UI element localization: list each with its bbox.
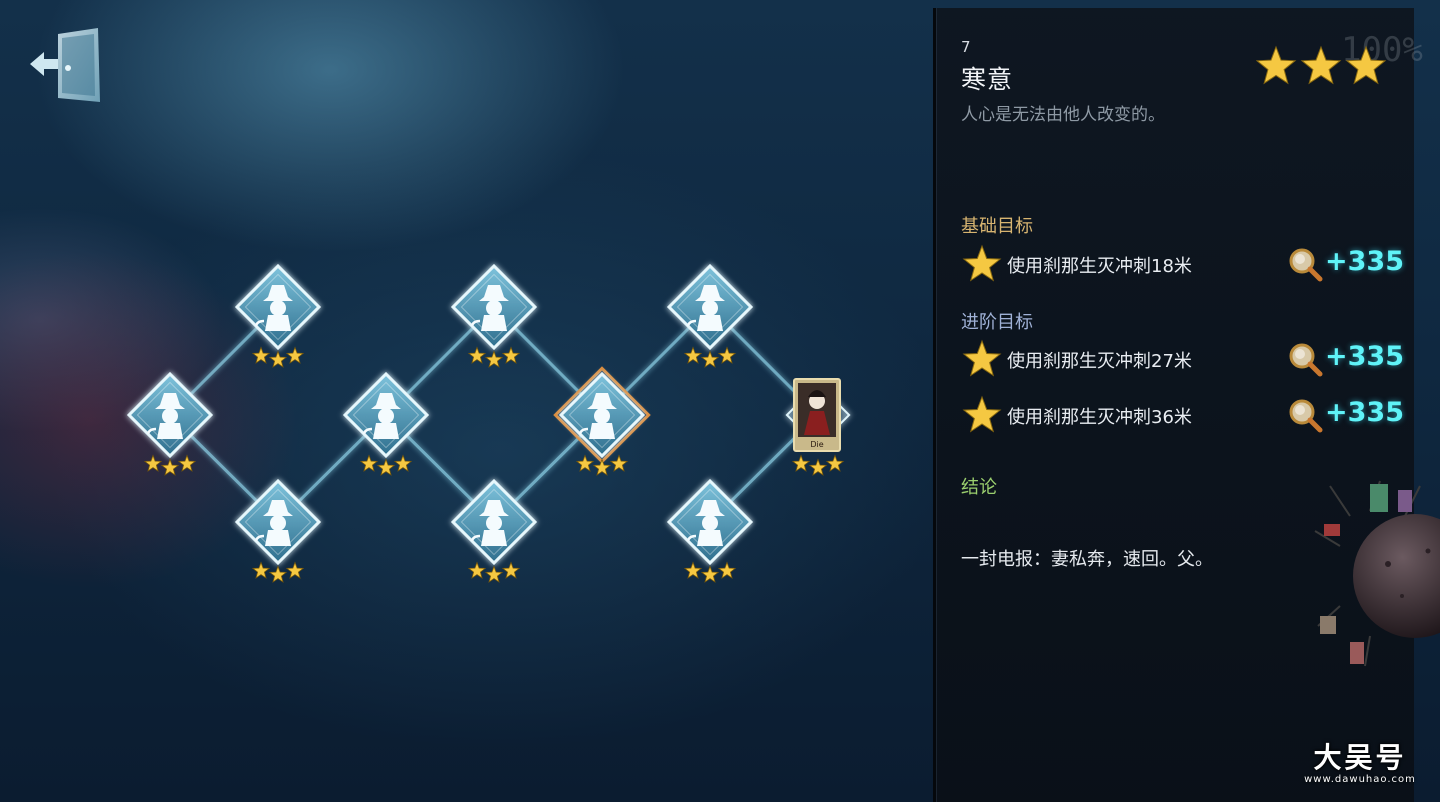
node-stars	[467, 346, 521, 368]
level-rating-stars	[1256, 45, 1386, 85]
character-card-label: Die	[810, 440, 823, 449]
magnifier-icon	[1289, 248, 1323, 282]
star-icon	[501, 561, 521, 579]
level-title: 寒意	[961, 65, 1014, 94]
node-stars	[683, 346, 737, 368]
star-icon	[376, 458, 396, 476]
star-icon	[962, 395, 1002, 433]
watermark-sub: www.dawuhao.com	[1304, 774, 1416, 785]
star-icon	[592, 458, 612, 476]
star-icon	[251, 561, 271, 579]
watermark-main: 大吴号	[1313, 741, 1407, 774]
star-icon	[501, 346, 521, 364]
objective-basic-1: 使用刹那生灭冲刺18米 +335	[961, 244, 1404, 284]
star-icon	[484, 565, 504, 583]
planet-decoration-icon	[1314, 480, 1440, 667]
level-node-9[interactable]	[666, 478, 754, 583]
node-stars	[359, 454, 413, 476]
star-icon	[467, 346, 487, 364]
level-map: Die	[126, 263, 851, 583]
node-stars	[575, 454, 629, 476]
star-icon	[962, 244, 1002, 282]
node-stars	[683, 561, 737, 583]
node-stars	[143, 454, 197, 476]
star-icon	[160, 458, 180, 476]
rating-star	[1345, 45, 1386, 85]
objective-text: 使用刹那生灭冲刺27米	[1007, 351, 1192, 372]
objective-text: 使用刹那生灭冲刺36米	[1007, 407, 1192, 428]
star-icon	[484, 350, 504, 368]
node-stars	[467, 561, 521, 583]
advanced-objectives-label: 进阶目标	[961, 312, 1033, 333]
star-icon	[609, 454, 629, 472]
objective-advanced-2: 使用刹那生灭冲刺36米 +335	[961, 395, 1404, 435]
star-icon	[717, 346, 737, 364]
star-icon	[393, 454, 413, 472]
level-number: 7	[961, 38, 971, 56]
level-node-3[interactable]	[234, 478, 322, 583]
star-icon	[791, 454, 811, 472]
star-icon	[683, 346, 703, 364]
objective-reward: +335	[1325, 341, 1404, 372]
level-node-1[interactable]	[126, 371, 214, 476]
level-node-10[interactable]: Die	[785, 378, 851, 476]
rating-star	[1300, 45, 1342, 85]
star-icon	[700, 350, 720, 368]
level-node-6[interactable]	[450, 478, 538, 583]
objective-reward: +335	[1325, 246, 1404, 277]
conclusion-text: 一封电报：妻私奔，速回。父。	[961, 549, 1213, 570]
star-icon	[467, 561, 487, 579]
star-icon	[177, 454, 197, 472]
objective-advanced-1: 使用刹那生灭冲刺27米 +335	[961, 339, 1404, 379]
star-icon	[808, 458, 828, 476]
star-icon	[143, 454, 163, 472]
watermark: 大吴号 www.dawuhao.com	[1292, 736, 1428, 785]
level-node-8[interactable]	[666, 263, 754, 368]
star-icon	[285, 346, 305, 364]
star-icon	[285, 561, 305, 579]
level-node-5[interactable]	[450, 263, 538, 368]
level-detail-panel: 100% 7 寒意 人心是无法由他人改变的。 基础目标 使用刹那生灭冲刺18米 …	[933, 8, 1423, 802]
star-icon	[700, 565, 720, 583]
character-card-icon: Die	[793, 378, 841, 452]
star-icon	[268, 350, 288, 368]
node-stars	[251, 346, 305, 368]
level-node-2[interactable]	[234, 263, 322, 368]
star-icon	[962, 339, 1002, 377]
basic-objectives-label: 基础目标	[961, 216, 1033, 237]
star-icon	[359, 454, 379, 472]
node-stars	[251, 561, 305, 583]
rating-star	[1256, 45, 1297, 85]
objective-text: 使用刹那生灭冲刺18米	[1007, 256, 1192, 277]
level-node-4[interactable]	[342, 371, 430, 476]
star-icon	[268, 565, 288, 583]
star-icon	[575, 454, 595, 472]
magnifier-icon	[1289, 399, 1323, 433]
node-stars	[791, 454, 845, 476]
star-icon	[717, 561, 737, 579]
level-description: 人心是无法由他人改变的。	[961, 105, 1165, 125]
star-icon	[251, 346, 271, 364]
star-icon	[825, 454, 845, 472]
star-icon	[683, 561, 703, 579]
magnifier-icon	[1289, 343, 1323, 377]
conclusion-label: 结论	[961, 477, 997, 498]
objective-reward: +335	[1325, 397, 1404, 428]
